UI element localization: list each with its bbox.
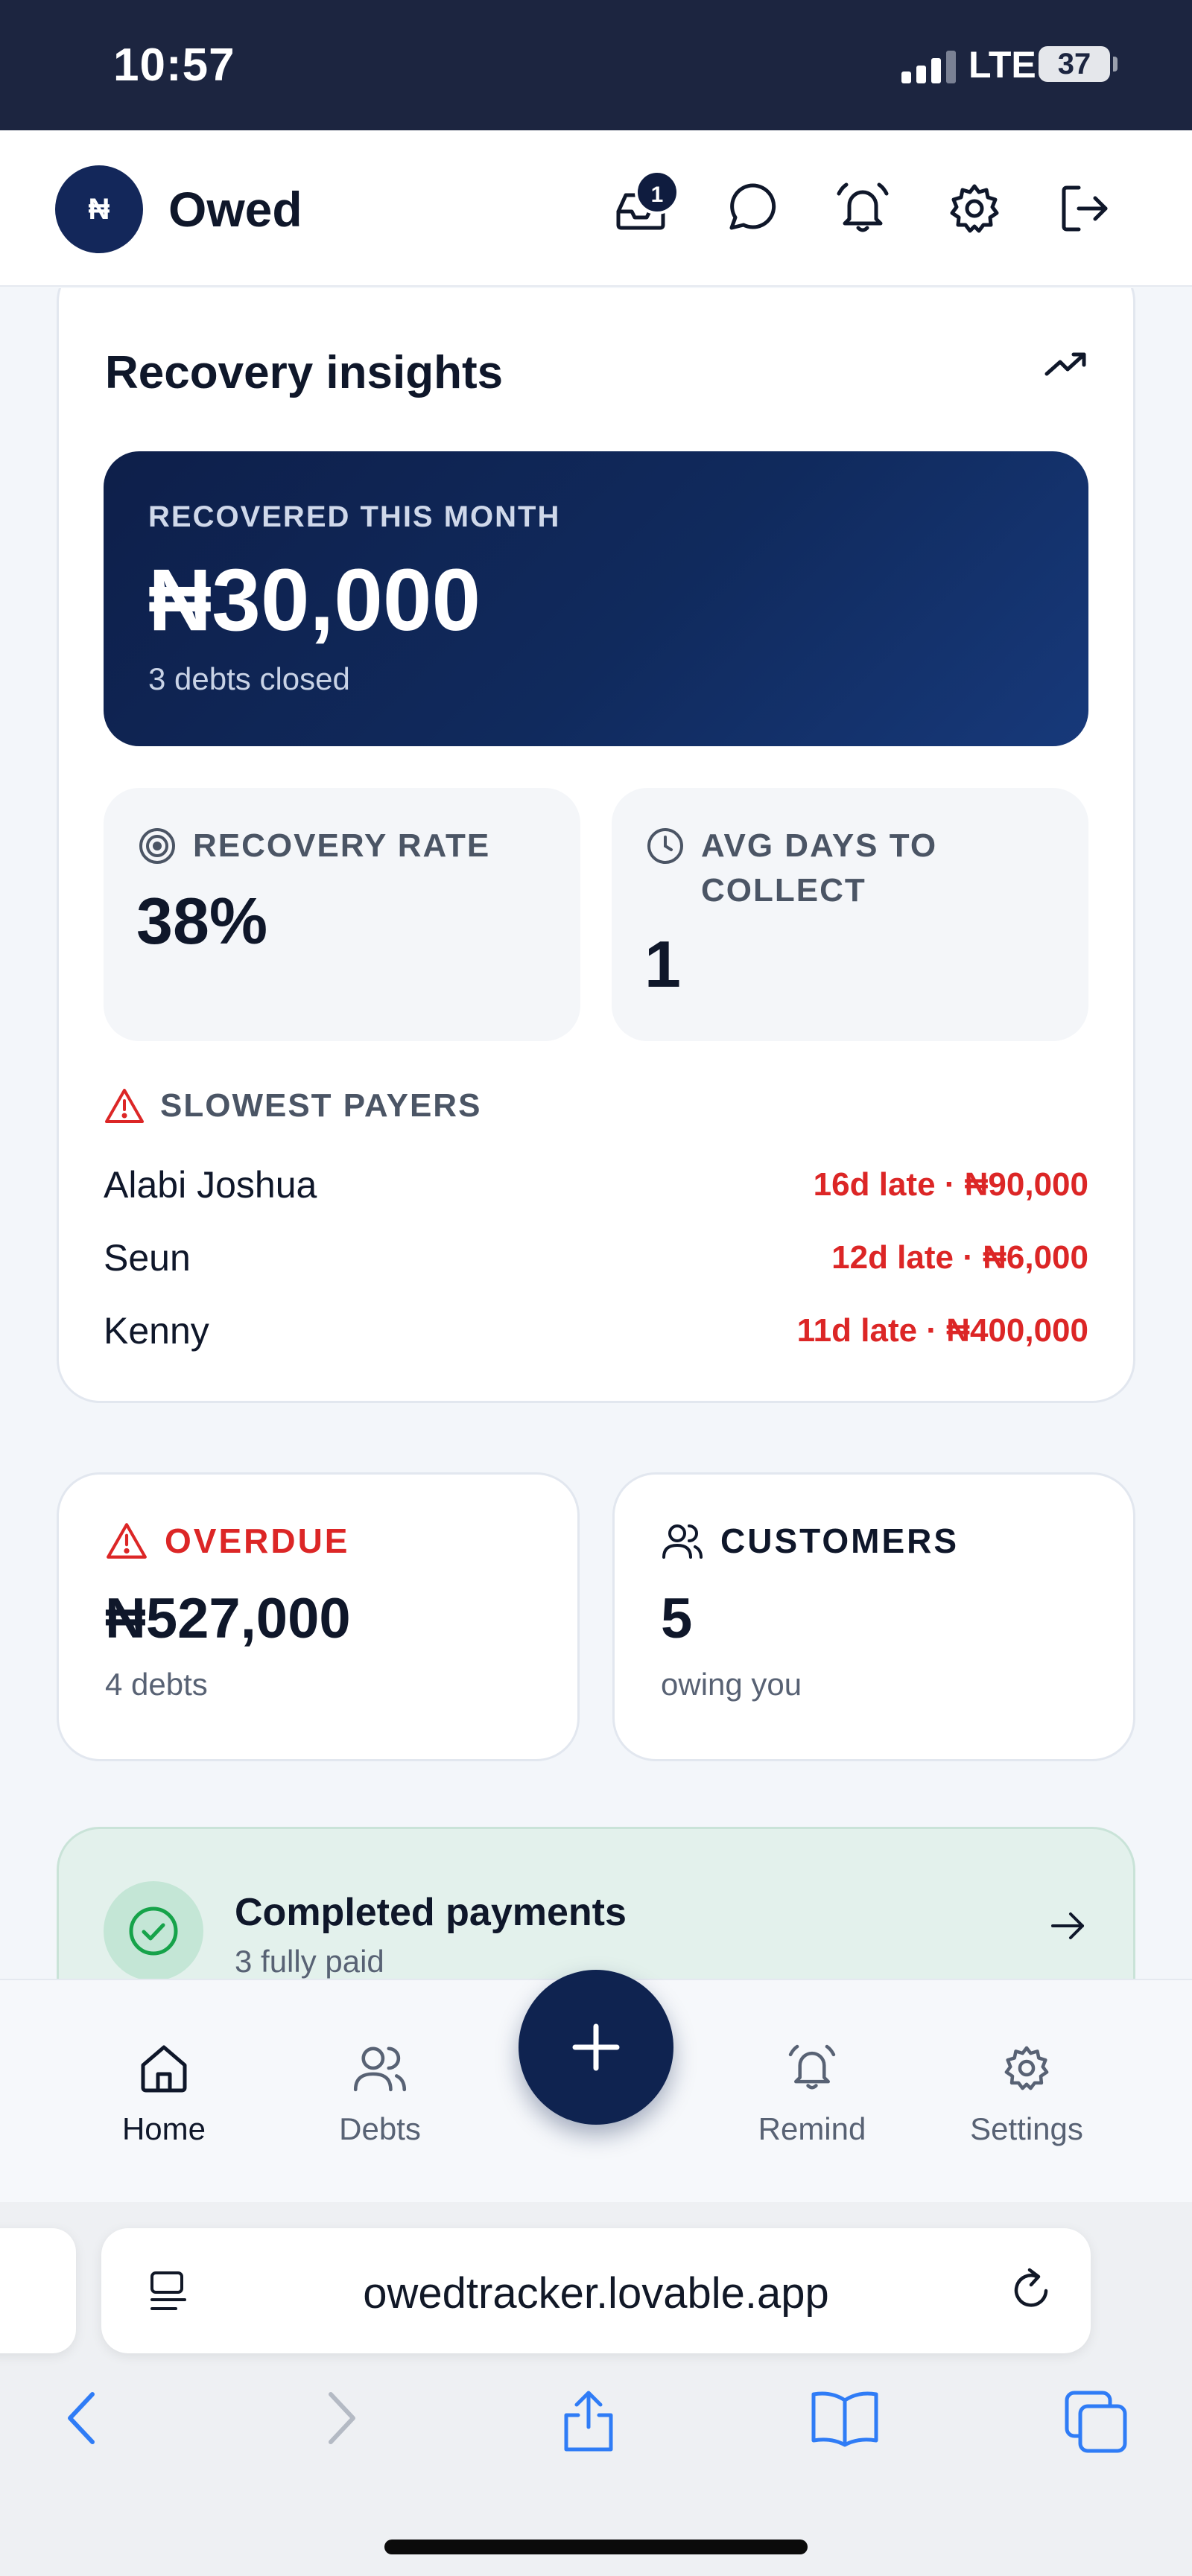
recovery-rate-box: RECOVERY RATE 38% [104, 788, 580, 1041]
recovered-sub: 3 debts closed [148, 661, 350, 696]
bell-icon [788, 2044, 836, 2090]
gear-icon [1004, 2046, 1049, 2090]
clock-icon [644, 825, 686, 867]
customers-sub: owing you [661, 1667, 802, 1702]
status-bar: 10:57 LTE 37 [0, 0, 1192, 130]
app-header: ₦ Owed 1 [0, 130, 1192, 287]
nav-remind[interactable]: Remind [730, 2040, 894, 2147]
payer-detail: 11d late · ₦400,000 [796, 1312, 1088, 1349]
completed-title: Completed payments [235, 1891, 627, 1934]
slowest-payers-header: SLOWEST PAYERS [104, 1087, 481, 1125]
avg-days-label: AVG DAYS TO COLLECT [701, 827, 938, 909]
warning-icon [104, 1087, 145, 1125]
forward-icon[interactable] [319, 2388, 364, 2448]
nav-settings-label: Settings [970, 2111, 1083, 2146]
nav-debts-label: Debts [339, 2111, 421, 2146]
signal-icon [901, 51, 958, 83]
overdue-card[interactable]: OVERDUE ₦527,000 4 debts [57, 1472, 580, 1761]
nav-remind-label: Remind [758, 2111, 866, 2146]
payer-row[interactable]: Alabi Joshua 16d late · ₦90,000 [104, 1163, 1088, 1215]
completed-sub: 3 fully paid [235, 1944, 384, 1979]
recovery-rate-label: RECOVERY RATE [193, 827, 491, 864]
users-icon [353, 2047, 407, 2092]
share-icon[interactable] [556, 2388, 621, 2454]
recovery-rate-value: 38% [136, 884, 268, 958]
back-icon[interactable] [60, 2388, 104, 2448]
nav-home-label: Home [121, 2111, 206, 2146]
battery-level: 37 [1039, 46, 1110, 82]
payer-row[interactable]: Seun 12d late · ₦6,000 [104, 1236, 1088, 1288]
overdue-value: ₦527,000 [105, 1587, 351, 1650]
home-icon [141, 2045, 187, 2093]
arrow-right-icon [1050, 1909, 1087, 1942]
payer-detail: 16d late · ₦90,000 [813, 1166, 1088, 1203]
nav-settings[interactable]: Settings [945, 2040, 1109, 2147]
payer-detail: 12d late · ₦6,000 [831, 1239, 1088, 1276]
add-debt-button[interactable] [519, 1970, 673, 2125]
recovered-amount: ₦30,000 [148, 551, 481, 649]
trending-up-icon [1044, 350, 1088, 380]
message-icon[interactable] [720, 177, 782, 240]
overdue-header: OVERDUE [105, 1521, 349, 1561]
tabs-icon[interactable] [1062, 2388, 1129, 2455]
main-content[interactable]: Recovery insights RECOVERED THIS MONTH ₦… [0, 288, 1192, 1979]
payer-name: Alabi Joshua [104, 1164, 317, 1206]
nav-home[interactable]: Home [82, 2040, 246, 2147]
warning-icon [105, 1521, 148, 1560]
battery-tip [1113, 57, 1118, 71]
app-name: Owed [168, 182, 302, 237]
completed-payments-card[interactable]: Completed payments 3 fully paid [57, 1827, 1135, 1979]
customers-title: CUSTOMERS [720, 1521, 960, 1560]
avg-days-box: AVG DAYS TO COLLECT 1 [612, 788, 1088, 1041]
payer-row[interactable]: Kenny 11d late · ₦400,000 [104, 1309, 1088, 1361]
check-circle-icon [104, 1881, 203, 1979]
gear-icon[interactable] [943, 177, 1006, 240]
recovered-label: RECOVERED THIS MONTH [148, 500, 561, 533]
avg-days-value: 1 [644, 927, 681, 1001]
insights-title: Recovery insights [105, 347, 504, 398]
customers-header: CUSTOMERS [661, 1521, 959, 1561]
plus-icon [572, 2023, 620, 2071]
status-time: 10:57 [113, 39, 235, 91]
users-icon [661, 1521, 704, 1560]
target-icon [136, 825, 178, 867]
overdue-title: OVERDUE [165, 1521, 350, 1560]
inbox-badge: 1 [635, 170, 679, 214]
payer-name: Seun [104, 1237, 191, 1279]
previous-tab[interactable] [0, 2228, 76, 2353]
app-logo[interactable]: ₦ [55, 165, 143, 253]
address-bar[interactable]: owedtracker.lovable.app [101, 2228, 1091, 2353]
logout-icon[interactable] [1053, 177, 1116, 240]
network-type: LTE [968, 44, 1036, 86]
home-indicator [384, 2540, 808, 2554]
recovery-insights-card: Recovery insights RECOVERED THIS MONTH ₦… [57, 288, 1135, 1403]
bookmarks-icon[interactable] [809, 2388, 881, 2448]
reload-icon[interactable] [1007, 2265, 1056, 2315]
bell-icon[interactable] [831, 177, 894, 240]
slowest-payers-label: SLOWEST PAYERS [160, 1087, 482, 1124]
url-text[interactable]: owedtracker.lovable.app [101, 2268, 1091, 2318]
nav-debts[interactable]: Debts [298, 2040, 462, 2147]
payer-name: Kenny [104, 1310, 209, 1352]
customers-value: 5 [661, 1587, 693, 1650]
browser-toolbar: owedtracker.lovable.app [0, 2202, 1192, 2576]
customers-card[interactable]: CUSTOMERS 5 owing you [612, 1472, 1135, 1761]
recovered-this-month-panel: RECOVERED THIS MONTH ₦30,000 3 debts clo… [104, 451, 1088, 746]
overdue-sub: 4 debts [105, 1667, 208, 1702]
